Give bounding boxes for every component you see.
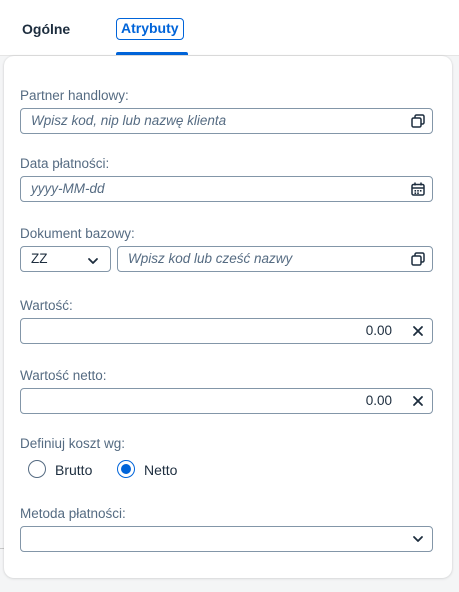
- partner-input[interactable]: Wpisz kod, nip lub nazwę klienta: [20, 108, 433, 134]
- calendar-icon[interactable]: [410, 181, 426, 197]
- radio-netto-label[interactable]: Netto: [144, 460, 177, 480]
- partner-placeholder: Wpisz kod, nip lub nazwę klienta: [31, 113, 227, 128]
- attributes-panel: [4, 56, 452, 578]
- radio-brutto[interactable]: [28, 460, 46, 478]
- radio-netto[interactable]: [117, 460, 135, 478]
- tab-general[interactable]: Ogólne: [22, 16, 70, 42]
- payment-method-select[interactable]: [20, 526, 433, 552]
- base-document-type-select[interactable]: ZZ: [20, 246, 111, 272]
- value-help-icon[interactable]: [410, 251, 426, 267]
- value-label: Wartość:: [20, 298, 73, 313]
- chevron-down-icon[interactable]: [410, 531, 426, 547]
- active-tab-indicator: [116, 52, 188, 55]
- value-input[interactable]: 0.00: [20, 318, 433, 344]
- clear-icon[interactable]: [410, 323, 426, 339]
- clear-icon[interactable]: [410, 393, 426, 409]
- chevron-down-icon: [86, 252, 100, 266]
- payment-date-label: Data płatności:: [20, 156, 110, 171]
- cost-basis-label: Definiuj koszt wg:: [20, 436, 126, 451]
- value-help-icon[interactable]: [410, 113, 426, 129]
- tab-bar: Ogólne Atrybuty: [0, 0, 459, 56]
- net-value-input[interactable]: 0.00: [20, 388, 433, 414]
- base-document-input[interactable]: Wpisz kod lub cześć nazwy: [117, 246, 433, 272]
- net-value-label: Wartość netto:: [20, 368, 107, 383]
- base-document-placeholder: Wpisz kod lub cześć nazwy: [128, 251, 293, 266]
- partner-label: Partner handlowy:: [20, 88, 129, 103]
- value-amount: 0.00: [365, 323, 392, 338]
- base-document-label: Dokument bazowy:: [20, 226, 135, 241]
- tab-attributes[interactable]: Atrybuty: [116, 18, 184, 40]
- base-document-type-value: ZZ: [31, 251, 48, 266]
- radio-brutto-label[interactable]: Brutto: [55, 460, 92, 480]
- net-value-amount: 0.00: [365, 393, 392, 408]
- payment-date-placeholder: yyyy-MM-dd: [31, 181, 105, 196]
- payment-method-label: Metoda płatności:: [20, 506, 126, 521]
- payment-date-input[interactable]: yyyy-MM-dd: [20, 176, 433, 202]
